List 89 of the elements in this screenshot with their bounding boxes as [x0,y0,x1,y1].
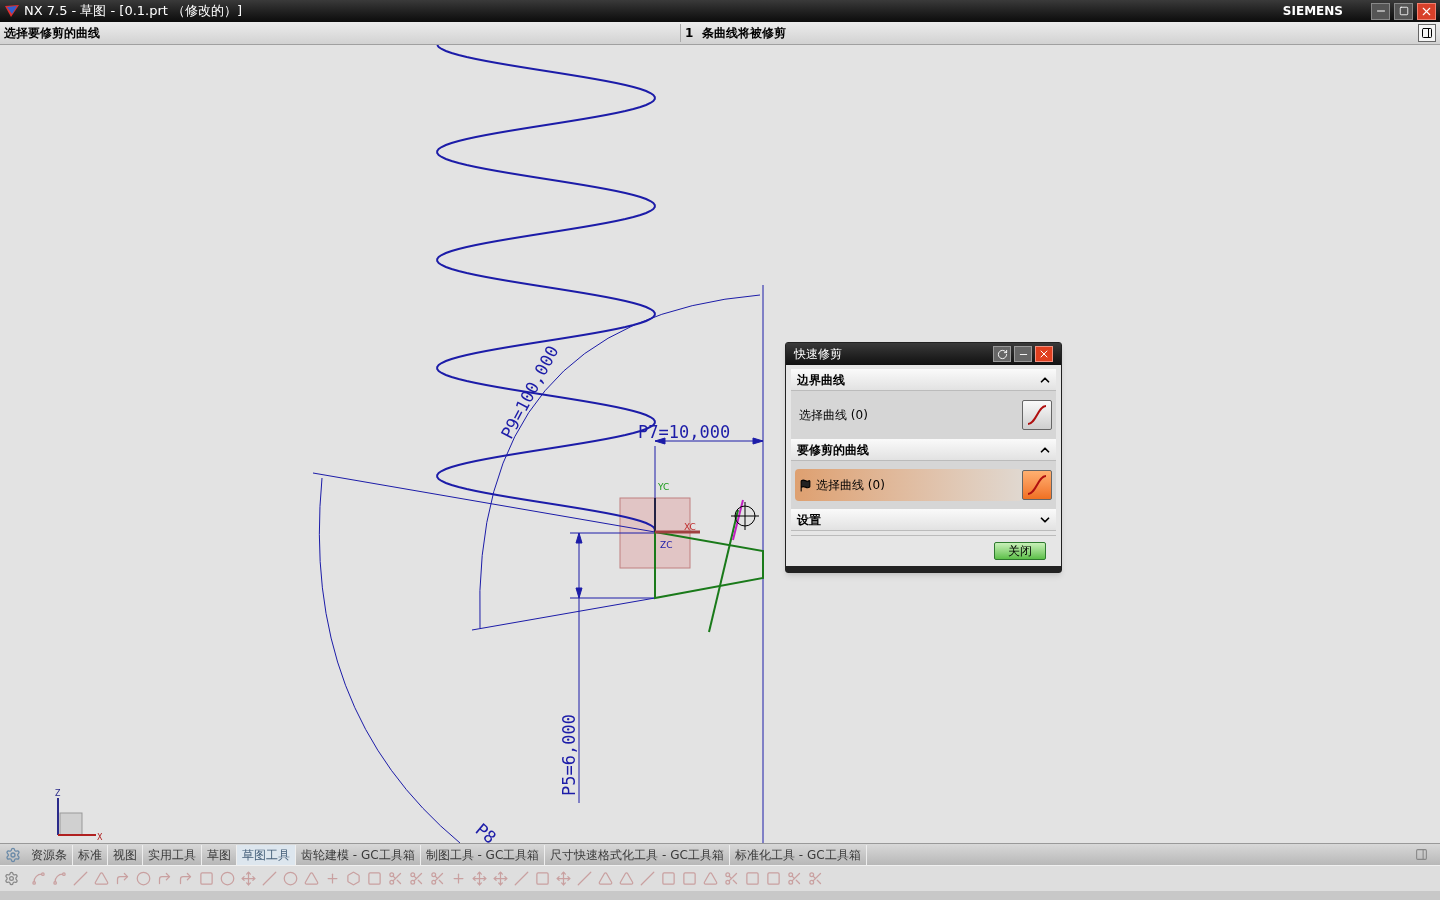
minimize-button[interactable] [1371,2,1390,20]
axis-label: XC [684,522,696,532]
curve-icon [1026,474,1048,496]
tool-icon[interactable] [451,871,466,886]
tool-icon[interactable] [241,871,256,886]
toolbar-tab[interactable]: 草图工具 [237,844,296,865]
toolbar-tab[interactable]: 资源条 [26,844,73,865]
toolbar-tab[interactable]: 尺寸快速格式化工具 - GC工具箱 [545,844,730,865]
tool-icon[interactable] [325,871,340,886]
window-title: NX 7.5 - 草图 - [0.1.prt （修改的）] [24,2,243,21]
tool-icon[interactable] [514,871,529,886]
prompt-text: 选择要修剪的曲线 [3,25,101,42]
selection-row[interactable]: 选择曲线 (0) [795,469,1022,501]
tool-icon[interactable] [724,871,739,886]
tool-icon[interactable] [52,871,67,886]
toolbar-options-icon [1415,848,1428,861]
tool-icon[interactable] [556,871,571,886]
tool-icon[interactable] [115,871,130,886]
triad-icon [57,797,97,836]
tool-icon[interactable] [94,871,109,886]
minimize-button[interactable] [1014,346,1032,362]
tool-icon[interactable] [745,871,760,886]
selection-label: 选择曲线 (0) [799,407,868,424]
toolbar-tab[interactable]: 标准 [73,844,108,865]
tool-icon[interactable] [136,871,151,886]
tool-icon[interactable] [157,871,172,886]
toolbar-tab[interactable]: 实用工具 [143,844,202,865]
dialog-title: 快速修剪 [794,346,843,363]
restore-button[interactable] [1394,2,1413,20]
tool-icon[interactable] [661,871,676,886]
tool-icon[interactable] [472,871,487,886]
close-button[interactable] [1417,2,1436,20]
close-dialog-button[interactable]: 关闭 [994,542,1046,560]
tabs-logo-icon [5,846,21,863]
tool-icon[interactable] [73,871,88,886]
axis-label: X [97,833,103,842]
tool-icon[interactable] [682,871,697,886]
restore-icon [1398,6,1409,16]
curve-select-button[interactable] [1022,400,1052,430]
curve-icon [1026,404,1048,426]
tool-icon[interactable] [493,871,508,886]
tool-icon[interactable] [199,871,214,886]
dimension-label: P7=10,000 [638,422,731,442]
panel-icon [1421,27,1433,39]
tool-icon[interactable] [640,871,655,886]
close-icon [1038,348,1050,360]
brand-label: SIEMENS [1282,3,1343,20]
axis-label: ZC [660,540,673,550]
tool-icon[interactable] [535,871,550,886]
axis-label: Z [55,789,61,798]
tool-icon[interactable] [766,871,781,886]
tool-icon[interactable] [220,871,235,886]
panel-toggle-button[interactable] [1418,24,1436,42]
tool-icon[interactable] [409,871,424,886]
tool-icon[interactable] [346,871,361,886]
toolbar-tab[interactable]: 齿轮建模 - GC工具箱 [296,844,421,865]
curve-select-button[interactable] [1022,470,1052,500]
tool-icon[interactable] [619,871,634,886]
tool-icon[interactable] [31,871,46,886]
tool-icon[interactable] [388,871,403,886]
csys-axes [654,497,700,534]
tool-icon[interactable] [430,871,445,886]
section-header[interactable]: 边界曲线 [791,369,1056,391]
tool-icon[interactable] [367,871,382,886]
tool-icon[interactable] [577,871,592,886]
toolbar-tab[interactable]: 视图 [108,844,143,865]
dimension-label: P5=6,000 [559,714,579,796]
toolbar-tab[interactable]: 标准化工具 - GC工具箱 [729,844,867,865]
highlighted-line [732,499,744,541]
tool-icon[interactable] [304,871,319,886]
section-header[interactable]: 要修剪的曲线 [791,439,1056,461]
extension-line [654,445,656,499]
toolbar-tab[interactable]: 制图工具 - GC工具箱 [420,844,546,865]
tool-icon[interactable] [283,871,298,886]
reset-button[interactable] [993,346,1011,362]
settings-icon [4,871,19,886]
tool-icon[interactable] [808,871,823,886]
tool-icon[interactable] [178,871,193,886]
tool-icon[interactable] [787,871,802,886]
tool-icon[interactable] [598,871,613,886]
axis-label: YC [658,482,670,492]
app-logo-icon [4,4,20,18]
tool-icon[interactable] [703,871,718,886]
crosshair-cursor [730,501,760,531]
tool-icon[interactable] [262,871,277,886]
flag-icon [799,478,812,492]
selection-label: 选择曲线 (0) [816,477,885,494]
reset-icon [996,348,1008,360]
section-header[interactable]: 设置 [791,509,1056,531]
